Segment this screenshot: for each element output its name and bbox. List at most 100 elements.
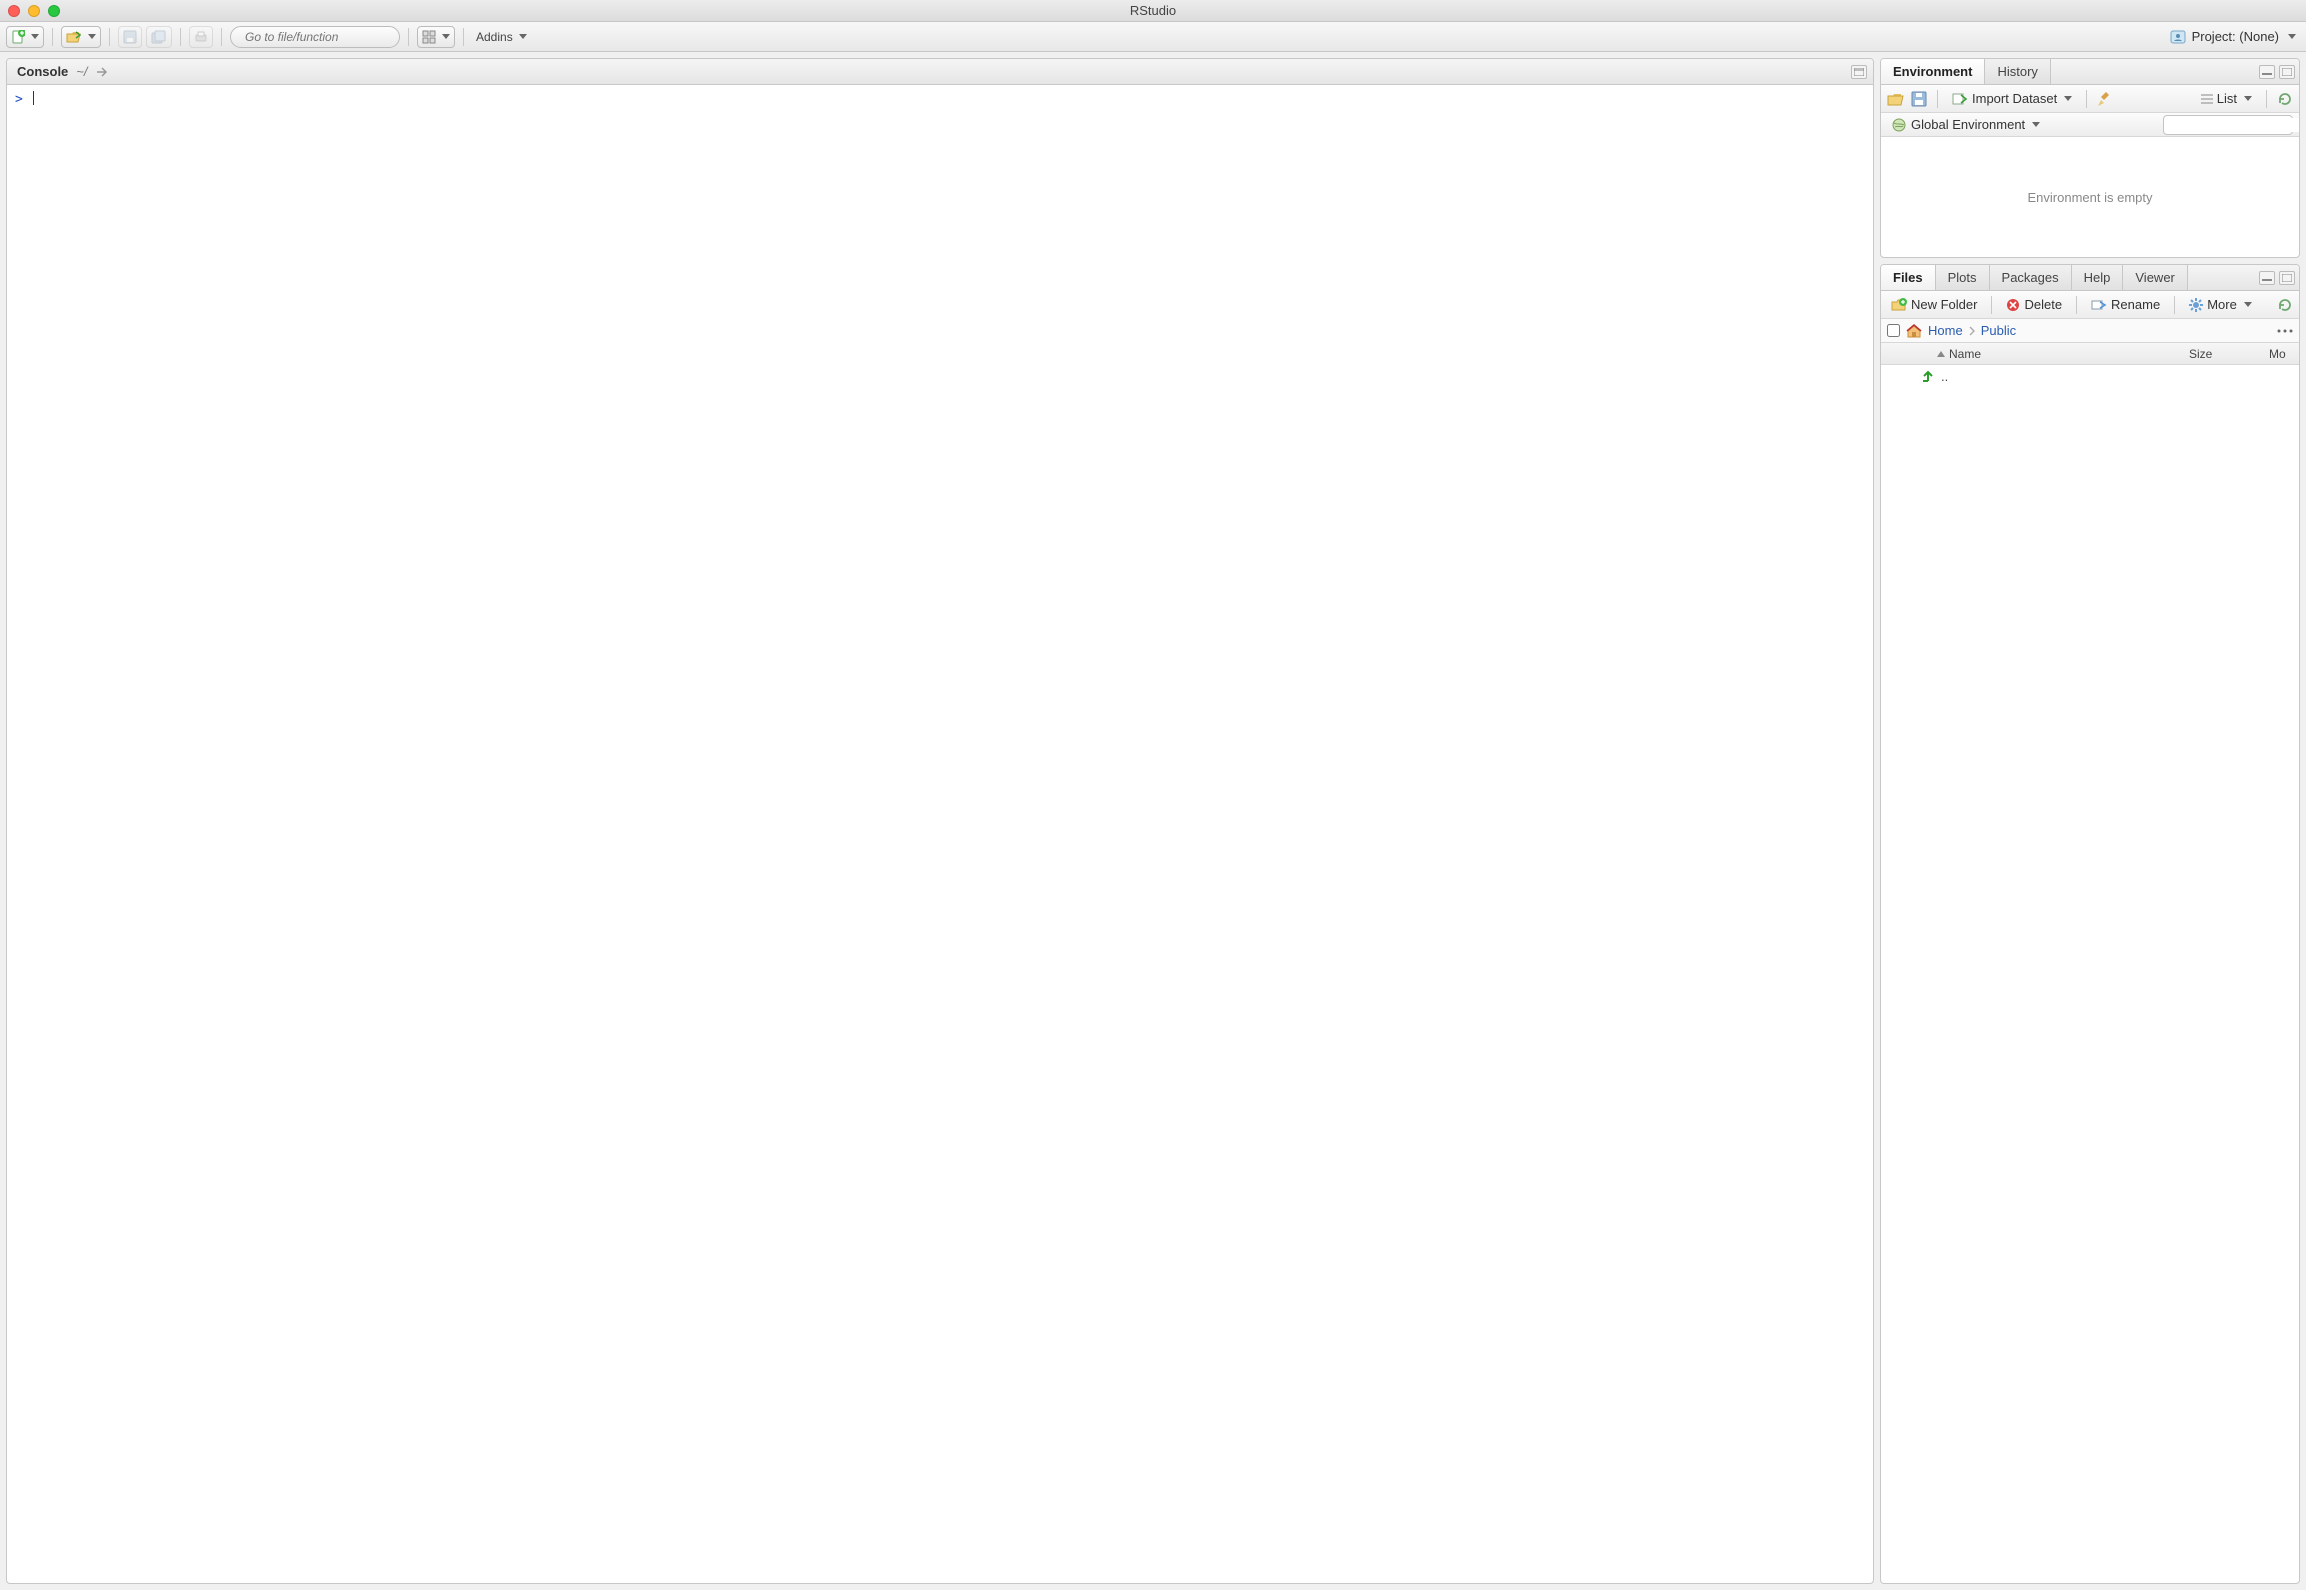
console-prompt: >: [15, 92, 23, 107]
popout-arrow-icon: [96, 66, 110, 78]
sort-ascending-icon: [1937, 351, 1945, 357]
list-icon: [2201, 94, 2213, 104]
env-search[interactable]: [2163, 115, 2293, 135]
column-size[interactable]: Size: [2189, 347, 2269, 361]
console-wd-browse-button[interactable]: [96, 66, 110, 78]
save-all-icon: [151, 30, 167, 44]
env-maximize-button[interactable]: [2279, 65, 2295, 79]
env-view-mode[interactable]: List: [2197, 91, 2256, 106]
toolbar-separator: [463, 28, 464, 46]
files-toolbar: New Folder Delete Rename More: [1881, 291, 2299, 319]
toolbar-separator: [180, 28, 181, 46]
rename-button[interactable]: Rename: [2087, 297, 2164, 312]
save-icon: [123, 30, 137, 44]
gear-icon: [2189, 298, 2203, 312]
project-label: Project: (None): [2192, 29, 2279, 44]
toolbar-separator: [2086, 90, 2087, 108]
tab-viewer[interactable]: Viewer: [2123, 265, 2188, 290]
open-folder-icon: [66, 30, 82, 44]
toolbar-separator: [408, 28, 409, 46]
zoom-window-button[interactable]: [48, 5, 60, 17]
env-scope-row: Global Environment: [1881, 113, 2299, 137]
save-icon: [1911, 91, 1927, 107]
new-folder-button[interactable]: New Folder: [1887, 297, 1981, 312]
left-column: Console ~/ >: [6, 58, 1874, 1584]
tab-environment[interactable]: Environment: [1881, 59, 1985, 84]
select-all-checkbox[interactable]: [1887, 324, 1900, 337]
files-refresh-button[interactable]: [2277, 297, 2293, 313]
broom-icon: [2097, 91, 2113, 107]
breadcrumb-home[interactable]: Home: [1928, 323, 1963, 338]
column-modified[interactable]: Mo: [2269, 347, 2299, 361]
env-tabs: Environment History: [1881, 59, 2299, 85]
toolbar-separator: [2266, 90, 2267, 108]
new-file-icon: [11, 30, 25, 44]
print-button[interactable]: [189, 26, 213, 48]
console-cursor: [33, 91, 34, 105]
env-scope-selector[interactable]: Global Environment: [1887, 117, 2044, 133]
console-body[interactable]: >: [7, 85, 1873, 1583]
project-menu[interactable]: Project: (None): [2170, 29, 2300, 45]
files-maximize-button[interactable]: [2279, 271, 2295, 285]
files-breadcrumb: Home Public: [1881, 319, 2299, 343]
env-search-input[interactable]: [2174, 118, 2300, 132]
files-table-body: ..: [1881, 365, 2299, 1583]
env-scope-label: Global Environment: [1911, 117, 2025, 132]
goto-file-function[interactable]: [230, 26, 400, 48]
home-icon: [1906, 324, 1922, 338]
env-save-button[interactable]: [1911, 91, 1927, 107]
env-refresh-button[interactable]: [2277, 91, 2293, 107]
more-menu[interactable]: More: [2185, 297, 2256, 312]
new-file-button[interactable]: [6, 26, 44, 48]
files-pane: Files Plots Packages Help Viewer New Fol…: [1880, 264, 2300, 1584]
delete-button[interactable]: Delete: [2002, 297, 2066, 312]
window-titlebar: RStudio: [0, 0, 2306, 22]
refresh-icon: [2277, 297, 2293, 313]
tab-packages[interactable]: Packages: [1990, 265, 2072, 290]
print-icon: [194, 30, 208, 44]
console-header: Console ~/: [7, 59, 1873, 85]
tab-help[interactable]: Help: [2072, 265, 2124, 290]
files-minimize-button[interactable]: [2259, 271, 2275, 285]
env-view-mode-label: List: [2217, 91, 2237, 106]
import-dataset-menu[interactable]: Import Dataset: [1948, 91, 2076, 106]
save-button[interactable]: [118, 26, 142, 48]
env-minimize-button[interactable]: [2259, 65, 2275, 79]
refresh-icon: [2277, 91, 2293, 107]
traffic-lights: [8, 5, 60, 17]
close-window-button[interactable]: [8, 5, 20, 17]
panes-icon: [422, 30, 436, 44]
chevron-right-icon: [1969, 326, 1975, 336]
column-name[interactable]: Name: [1909, 347, 2189, 361]
tab-plots[interactable]: Plots: [1936, 265, 1990, 290]
window-title: RStudio: [0, 3, 2306, 18]
breadcrumb-more-button[interactable]: [2277, 328, 2293, 334]
addins-menu[interactable]: Addins: [472, 26, 531, 48]
goto-input[interactable]: [245, 30, 402, 44]
console-window-button[interactable]: [1851, 65, 1867, 79]
env-load-button[interactable]: [1887, 91, 1905, 107]
import-icon: [1952, 92, 1968, 106]
minimize-icon: [2262, 275, 2272, 281]
environment-pane: Environment History Import Dataset: [1880, 58, 2300, 258]
save-all-button[interactable]: [146, 26, 172, 48]
env-empty-message: Environment is empty: [1881, 137, 2299, 257]
toolbar-separator: [1991, 296, 1992, 314]
env-toolbar: Import Dataset List: [1881, 85, 2299, 113]
tab-history[interactable]: History: [1985, 59, 2050, 84]
maximize-icon: [2282, 68, 2292, 76]
up-arrow-icon: [1921, 369, 1935, 383]
minimize-window-button[interactable]: [28, 5, 40, 17]
env-clear-button[interactable]: [2097, 91, 2113, 107]
toolbar-separator: [221, 28, 222, 46]
tab-files[interactable]: Files: [1881, 265, 1936, 290]
new-folder-label: New Folder: [1911, 297, 1977, 312]
workspace-panes-button[interactable]: [417, 26, 455, 48]
globe-icon: [1891, 117, 1907, 133]
parent-directory-row[interactable]: ..: [1881, 365, 2299, 387]
home-button[interactable]: [1906, 324, 1922, 338]
open-file-button[interactable]: [61, 26, 101, 48]
rename-icon: [2091, 298, 2107, 312]
breadcrumb-public[interactable]: Public: [1981, 323, 2016, 338]
open-folder-icon: [1887, 91, 1905, 107]
